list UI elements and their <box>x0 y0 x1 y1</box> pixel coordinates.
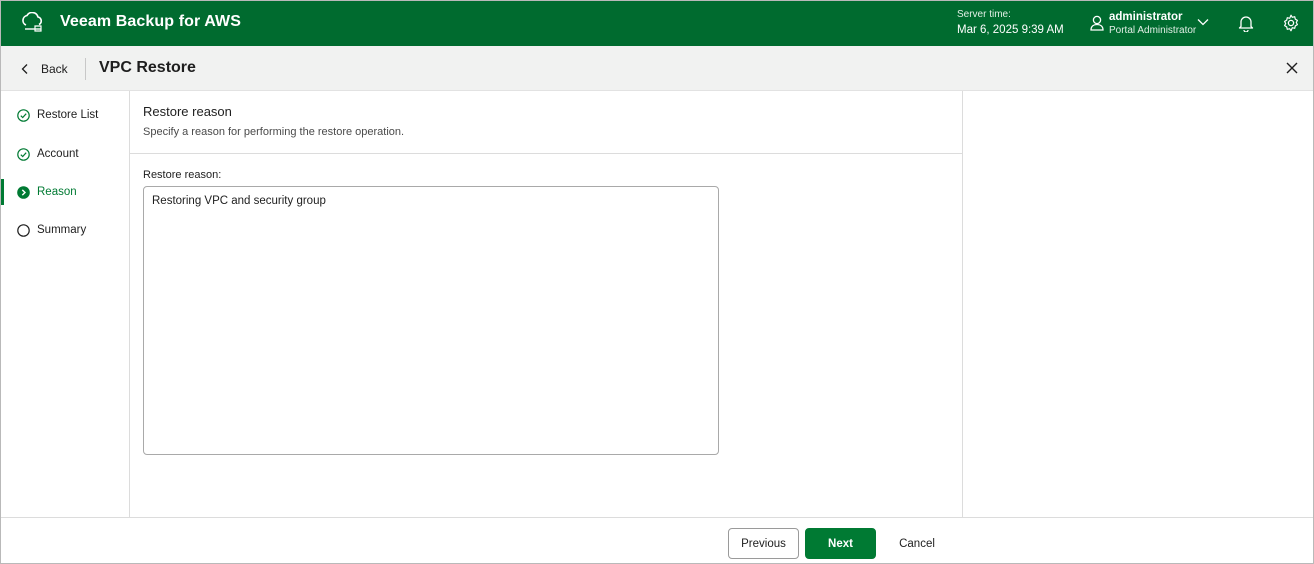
server-time-label: Server time: <box>957 9 1011 20</box>
user-name[interactable]: administrator <box>1109 11 1183 23</box>
step-reason[interactable]: Reason <box>1 178 129 208</box>
header-divider <box>85 58 86 80</box>
step-label: Reason <box>37 186 77 198</box>
veeam-cloud-icon <box>22 12 42 32</box>
back-button[interactable]: Back <box>15 58 68 80</box>
server-time-value: Mar 6, 2025 9:39 AM <box>957 24 1064 36</box>
step-summary[interactable]: Summary <box>1 216 129 246</box>
app-window: Veeam Backup for AWS Server time: Mar 6,… <box>0 0 1314 564</box>
check-circle-icon <box>17 109 30 122</box>
chevron-down-icon[interactable] <box>1197 17 1209 27</box>
step-label: Account <box>37 148 79 160</box>
wizard-content: Restore reason Specify a reason for perf… <box>130 91 963 517</box>
wizard-header: Back VPC Restore <box>1 46 1313 91</box>
next-button[interactable]: Next <box>805 528 876 559</box>
back-button-label: Back <box>41 62 68 76</box>
section-title: Restore reason <box>143 104 232 119</box>
section-description: Specify a reason for performing the rest… <box>143 126 405 138</box>
step-label: Restore List <box>37 109 99 121</box>
top-bar: Veeam Backup for AWS Server time: Mar 6,… <box>1 1 1313 46</box>
check-circle-icon <box>17 148 30 161</box>
step-restore-list[interactable]: Restore List <box>1 101 129 131</box>
cancel-button[interactable]: Cancel <box>885 528 949 559</box>
step-account[interactable]: Account <box>1 140 129 170</box>
chevron-left-icon <box>21 64 28 74</box>
user-role: Portal Administrator <box>1109 25 1197 36</box>
section-divider <box>130 153 962 154</box>
close-icon[interactable] <box>1285 61 1299 75</box>
step-label: Summary <box>37 224 87 236</box>
restore-reason-label: Restore reason: <box>143 169 222 181</box>
restore-reason-textarea[interactable]: Restoring VPC and security group <box>143 186 719 455</box>
wizard-steps: Restore List Account Reason Summary <box>1 91 130 517</box>
page-title: VPC Restore <box>99 59 196 76</box>
wizard-footer: Previous Next Cancel <box>1 517 1313 563</box>
gear-icon[interactable] <box>1282 14 1300 32</box>
arrow-circle-icon <box>17 186 30 199</box>
empty-circle-icon <box>17 224 30 237</box>
bell-icon[interactable] <box>1238 14 1254 32</box>
app-title: Veeam Backup for AWS <box>60 13 242 30</box>
previous-button[interactable]: Previous <box>728 528 799 559</box>
user-icon[interactable] <box>1090 15 1104 31</box>
